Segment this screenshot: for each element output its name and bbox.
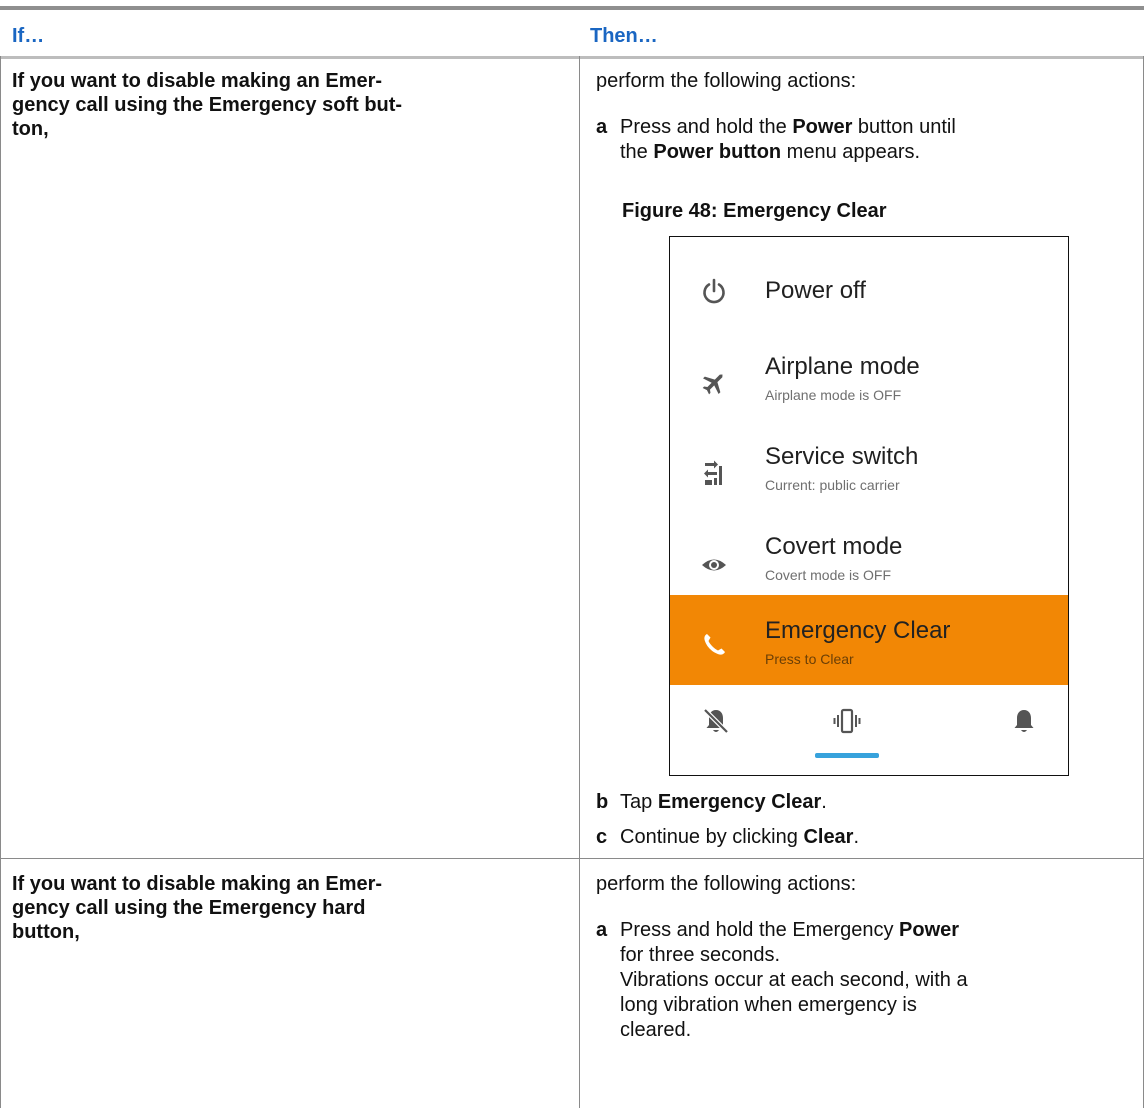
row2-intro: perform the following actions: [596,873,857,895]
menu-item-label: Emergency Clear [765,617,951,644]
menu-item-airplane-mode[interactable]: Airplane mode Airplane mode is OFF [670,339,1068,429]
menu-item-label: Service switch [765,443,919,470]
row1-condition-line2: gency call using the Emergency soft but- [12,94,403,116]
bell-icon[interactable] [1010,707,1038,735]
table-header: If… Then… [0,10,1144,56]
menu-item-emergency-clear[interactable]: Emergency Clear Press to Clear [670,595,1068,685]
menu-item-label: Airplane mode [765,353,920,380]
row1-intro: perform the following actions: [596,70,857,92]
row2-condition: If you want to disable making an Emer- g… [12,872,557,944]
phone-icon [704,634,725,655]
header-then: Then… [590,25,658,47]
clear-term: Clear [803,826,854,848]
menu-item-subtitle: Airplane mode is OFF [765,387,902,403]
power-menu-screenshot: Power off Airplane mode Airplane mode is… [669,236,1069,776]
row2-condition-line2: gency call using the Emergency hard [12,897,366,919]
step-letter: c [596,826,608,848]
service-switch-icon [704,460,722,485]
figure-title: Figure 48: Emergency Clear [622,200,887,222]
header-if: If… [12,25,45,47]
menu-item-subtitle: Current: public carrier [765,477,900,493]
row-divider [0,858,1144,859]
airplane-icon [702,374,723,395]
power-term: Power [792,116,853,138]
row2-condition-line1: If you want to disable making an Emer- [12,873,383,895]
step-letter: a [596,919,608,941]
step-letter: b [596,791,609,813]
menu-item-label: Power off [765,277,866,304]
procedure-table: If… Then… If you want to disable making … [0,0,1144,1108]
vibrate-icon[interactable] [833,707,861,735]
mute-bell-icon[interactable] [702,707,730,735]
row1-condition-line1: If you want to disable making an Emer- [12,70,383,92]
emergency-clear-term: Emergency Clear [657,791,822,813]
header-rule [0,56,1144,59]
menu-item-service-switch[interactable]: Service switch Current: public carrier [670,429,1068,519]
step-letter: a [596,116,608,138]
eye-icon [702,559,726,571]
menu-item-subtitle: Covert mode is OFF [765,567,892,583]
power-icon [703,278,725,304]
column-divider [579,56,580,1108]
row1-condition: If you want to disable making an Emer- g… [12,69,557,141]
power-term: Power [899,919,960,941]
row1-condition-line3: ton, [12,118,49,140]
sound-mode-bar [670,685,1068,775]
menu-item-label: Covert mode [765,533,903,560]
left-border [0,56,1,1108]
menu-item-power-off[interactable]: Power off [670,249,1068,339]
selected-mode-indicator [815,753,879,758]
row2-condition-line3: button, [12,921,80,943]
menu-item-subtitle: Press to Clear [765,651,854,667]
power-button-term: Power button [653,141,782,163]
